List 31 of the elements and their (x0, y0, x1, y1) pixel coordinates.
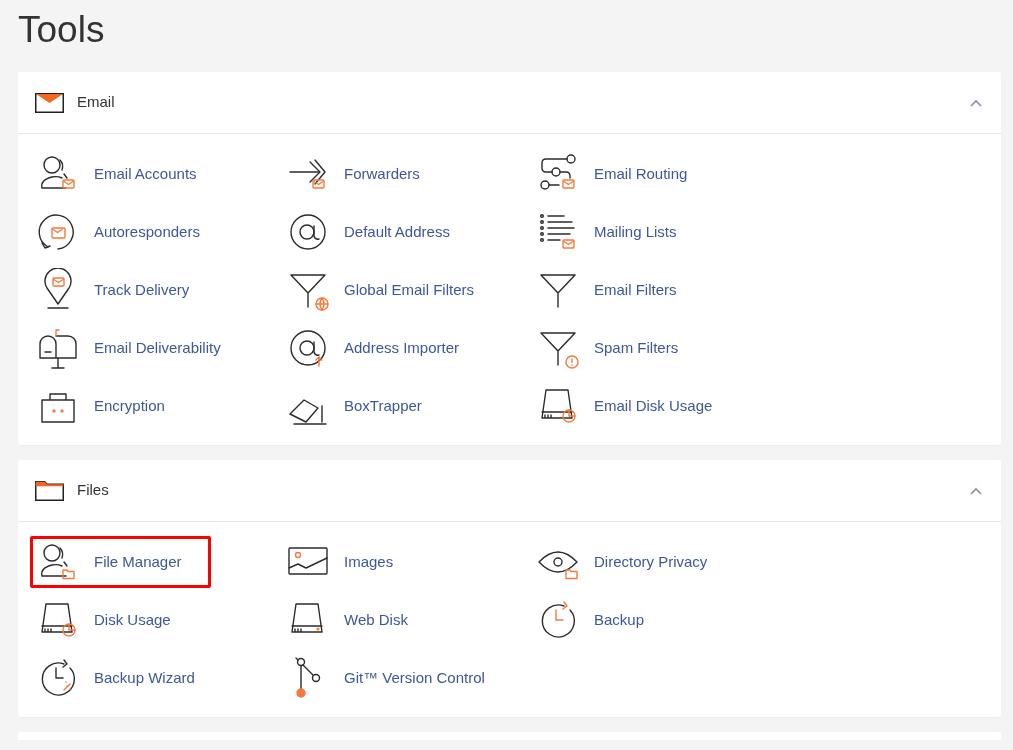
chevron-up-icon (970, 98, 982, 107)
tool-link[interactable]: Directory Privacy (530, 536, 737, 588)
tool-link[interactable]: Encryption (30, 380, 194, 432)
section-title: Email (77, 92, 115, 113)
envelope-icon (35, 92, 64, 113)
tool-link[interactable]: Email Deliverability (30, 322, 250, 374)
tool-link[interactable]: Track Delivery (30, 264, 219, 316)
tool-link[interactable]: Web Disk (280, 594, 437, 646)
tool-link[interactable]: File Manager (30, 536, 211, 588)
tool-link[interactable]: Email Filters (530, 264, 706, 316)
tool-link[interactable]: Backup (530, 594, 674, 646)
tool-link[interactable]: Forwarders (280, 148, 449, 200)
tool-link[interactable]: Address Importer (280, 322, 489, 374)
page-title: Tools (18, 8, 105, 52)
tool-link[interactable]: Autoresponders (30, 206, 229, 258)
tool-link[interactable]: Backup Wizard (30, 652, 224, 704)
tool-link[interactable]: Email Accounts (30, 148, 226, 200)
section-title: Files (77, 480, 109, 501)
folder-icon (35, 480, 64, 501)
tool-link[interactable]: Email Disk Usage (530, 380, 742, 432)
tool-link[interactable]: Mailing Lists (530, 206, 706, 258)
tool-link[interactable]: Global Email Filters (280, 264, 504, 316)
tool-link[interactable]: Default Address (280, 206, 479, 258)
chevron-up-icon (970, 486, 982, 495)
tool-link[interactable]: Images (280, 536, 423, 588)
tool-link[interactable]: Git™ Version Control (280, 652, 514, 704)
tool-link[interactable]: BoxTrapper (280, 380, 451, 432)
tool-link[interactable]: Email Routing (530, 148, 717, 200)
tool-link[interactable]: Disk Usage (30, 594, 200, 646)
tool-link[interactable]: Spam Filters (530, 322, 708, 374)
mailbox-icon (36, 326, 80, 370)
